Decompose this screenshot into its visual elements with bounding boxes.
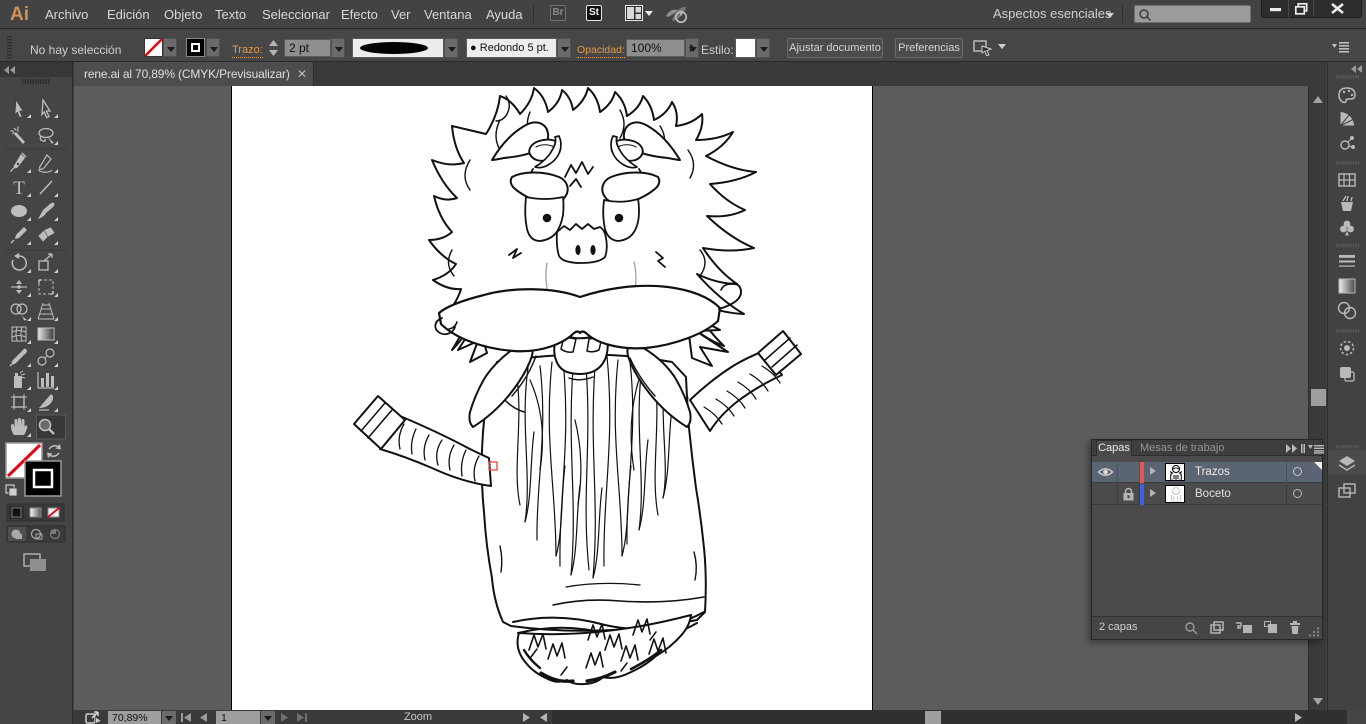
svg-text:T: T <box>13 178 25 199</box>
